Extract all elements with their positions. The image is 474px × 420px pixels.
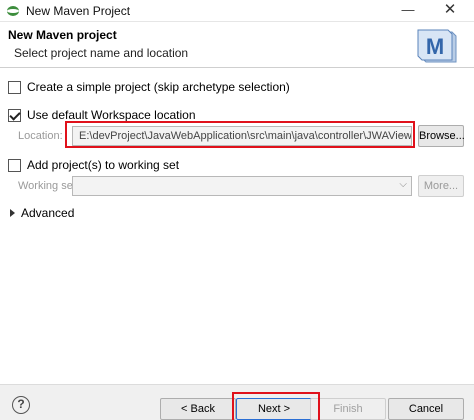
button-bar: ? < Back Next > Finish Cancel (0, 384, 474, 420)
window-title: New Maven Project (26, 4, 131, 18)
back-button[interactable]: < Back (160, 398, 236, 420)
browse-button[interactable]: Browse... (418, 125, 465, 147)
wizard-banner: New Maven project Select project name an… (0, 22, 474, 68)
chevron-down-icon[interactable]: ⌵ (399, 129, 407, 140)
maven-logo-icon: M (417, 29, 457, 63)
wizard-description: Select project name and location (14, 46, 189, 60)
cancel-button[interactable]: Cancel (388, 398, 464, 420)
wizard-title: New Maven project (8, 28, 117, 42)
finish-button[interactable]: Finish (310, 398, 386, 420)
next-button[interactable]: Next > (236, 398, 312, 420)
add-working-set-checkbox[interactable] (8, 158, 21, 172)
working-set-label: Working set: (18, 180, 79, 192)
maven-logo-letter: M (426, 34, 444, 59)
location-combo[interactable]: E:\devProject\JavaWebApplication\src\mai… (72, 126, 412, 146)
advanced-label: Advanced (21, 206, 75, 220)
close-button[interactable]: ✕ (430, 0, 470, 22)
help-icon[interactable]: ? (12, 396, 30, 414)
title-bar: New Maven Project — ✕ (0, 0, 474, 22)
add-working-set-label: Add project(s) to working set (27, 158, 180, 172)
eclipse-icon (7, 6, 19, 16)
simple-project-label: Create a simple project (skip archetype … (27, 80, 290, 94)
default-workspace-checkbox[interactable] (8, 108, 21, 122)
location-label: Location: (18, 130, 63, 142)
simple-project-checkbox[interactable] (8, 80, 21, 94)
working-set-combo[interactable]: ⌵ (72, 176, 412, 196)
simple-project-option[interactable]: Create a simple project (skip archetype … (8, 79, 290, 95)
minimize-button[interactable]: — (388, 0, 428, 22)
default-workspace-option[interactable]: Use default Workspace location (8, 107, 196, 123)
location-value: E:\devProject\JavaWebApplication\src\mai… (79, 130, 412, 142)
advanced-section[interactable]: Advanced (10, 206, 74, 220)
chevron-down-icon[interactable]: ⌵ (399, 179, 407, 190)
more-button[interactable]: More... (418, 175, 464, 197)
expand-arrow-icon[interactable] (10, 209, 15, 217)
wizard-content: Create a simple project (skip archetype … (0, 69, 474, 381)
add-working-set-option[interactable]: Add project(s) to working set (8, 157, 179, 173)
default-workspace-label: Use default Workspace location (27, 108, 196, 122)
